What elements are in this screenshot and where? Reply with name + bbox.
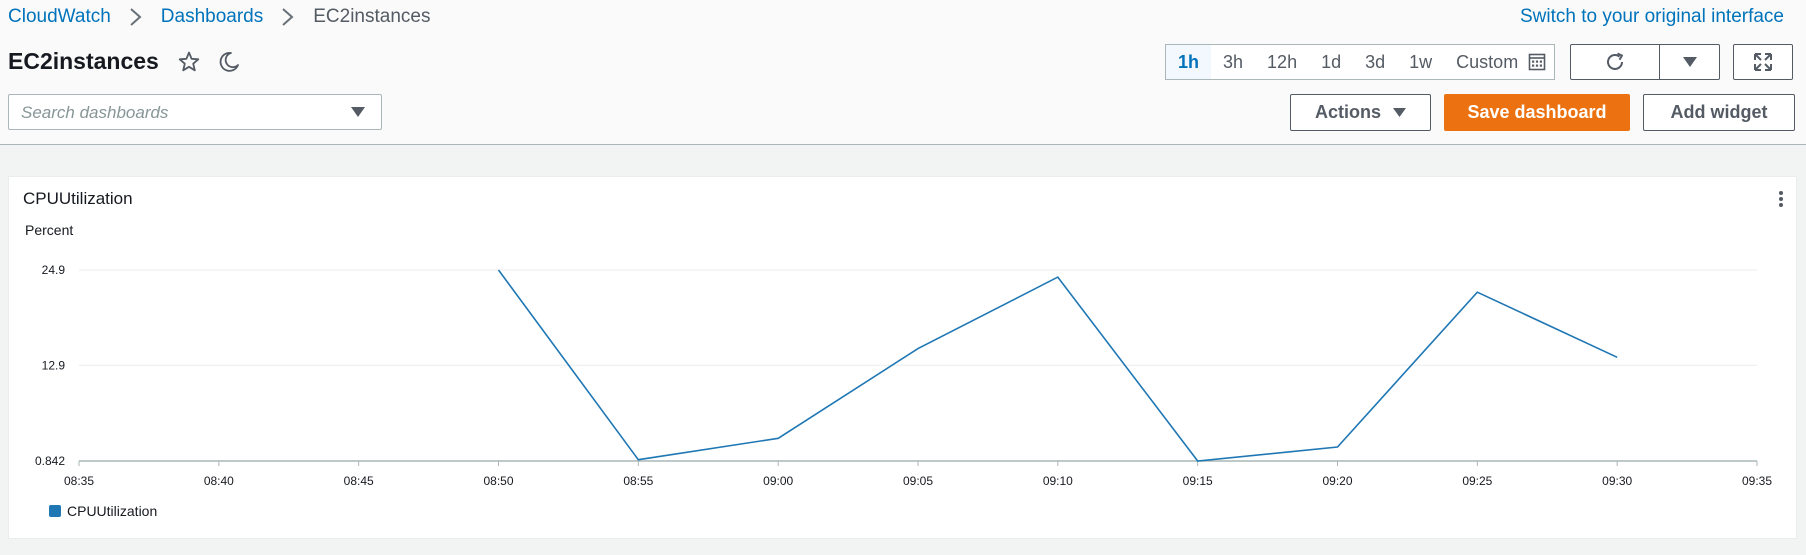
breadcrumb: CloudWatch Dashboards EC2instances [8, 6, 430, 28]
legend-swatch [49, 505, 61, 517]
x-tick-label: 08:35 [64, 474, 94, 488]
time-range-12h[interactable]: 12h [1255, 45, 1309, 79]
dashboard-header: CloudWatch Dashboards EC2instances Switc… [0, 0, 1806, 145]
x-tick-label: 09:05 [903, 474, 933, 488]
x-tick-label: 09:25 [1462, 474, 1492, 488]
x-tick-label: 08:50 [483, 474, 513, 488]
caret-down-icon [1682, 57, 1697, 67]
breadcrumb-current: EC2instances [313, 6, 431, 27]
caret-down-icon[interactable] [351, 106, 365, 118]
caret-down-icon [1393, 108, 1406, 117]
chevron-right-icon [282, 8, 294, 26]
time-range-3d[interactable]: 3d [1353, 45, 1397, 79]
x-tick-label: 08:40 [204, 474, 234, 488]
calendar-icon [1528, 53, 1546, 71]
refresh-button[interactable] [1571, 45, 1660, 79]
search-input[interactable] [9, 95, 343, 131]
time-range-selector: 1h 3h 12h 1d 3d 1w Custom [1165, 44, 1556, 80]
time-range-3h[interactable]: 3h [1211, 45, 1255, 79]
x-tick-label: 09:20 [1322, 474, 1352, 488]
x-tick-label: 09:15 [1183, 474, 1213, 488]
x-tick-label: 09:30 [1602, 474, 1632, 488]
breadcrumb-cloudwatch-link[interactable]: CloudWatch [8, 6, 111, 28]
add-widget-button[interactable]: Add widget [1643, 94, 1795, 131]
x-tick-label: 08:45 [344, 474, 374, 488]
time-range-1d[interactable]: 1d [1309, 45, 1353, 79]
search-dashboards [8, 94, 382, 131]
x-tick-label: 09:10 [1043, 474, 1073, 488]
time-range-custom-label: Custom [1456, 51, 1519, 72]
actions-button-label: Actions [1314, 102, 1381, 122]
cpu-utilization-chart: Percent 24.9 12.9 0.842 08:35 08:40 08:45 08:50… [25, 222, 1772, 519]
fullscreen-button[interactable] [1733, 44, 1793, 80]
actions-button[interactable]: Actions [1290, 94, 1431, 131]
refresh-button-group [1570, 44, 1720, 80]
y-tick-label: 12.9 [42, 358, 66, 372]
page-title: EC2instances [8, 48, 159, 74]
legend-label: CPUUtilization [67, 503, 157, 519]
save-dashboard-button[interactable]: Save dashboard [1444, 94, 1630, 131]
x-tick-label: 08:55 [623, 474, 653, 488]
time-range-1h[interactable]: 1h [1166, 45, 1212, 79]
breadcrumb-dashboards-link[interactable]: Dashboards [161, 6, 263, 28]
switch-interface-link[interactable]: Switch to your original interface [1520, 6, 1784, 28]
y-tick-label: 24.9 [42, 263, 66, 277]
star-icon[interactable] [177, 50, 201, 74]
y-tick-label: 0.842 [35, 454, 65, 468]
cpu-utilization-widget: CPUUtilization Percent 24.9 12.9 0.842 08:35… [8, 176, 1797, 539]
x-tick-label: 09:00 [763, 474, 793, 488]
y-axis-label: Percent [25, 222, 73, 238]
chevron-right-icon [130, 8, 142, 26]
refresh-icon [1607, 52, 1623, 70]
moon-icon[interactable] [217, 50, 241, 74]
time-range-custom[interactable]: Custom [1444, 45, 1554, 79]
title-row: EC2instances [8, 48, 241, 75]
x-tick-label: 09:35 [1742, 474, 1772, 488]
refresh-options-dropdown[interactable] [1660, 45, 1719, 79]
expand-icon [1754, 53, 1772, 71]
time-range-1w[interactable]: 1w [1397, 45, 1444, 79]
